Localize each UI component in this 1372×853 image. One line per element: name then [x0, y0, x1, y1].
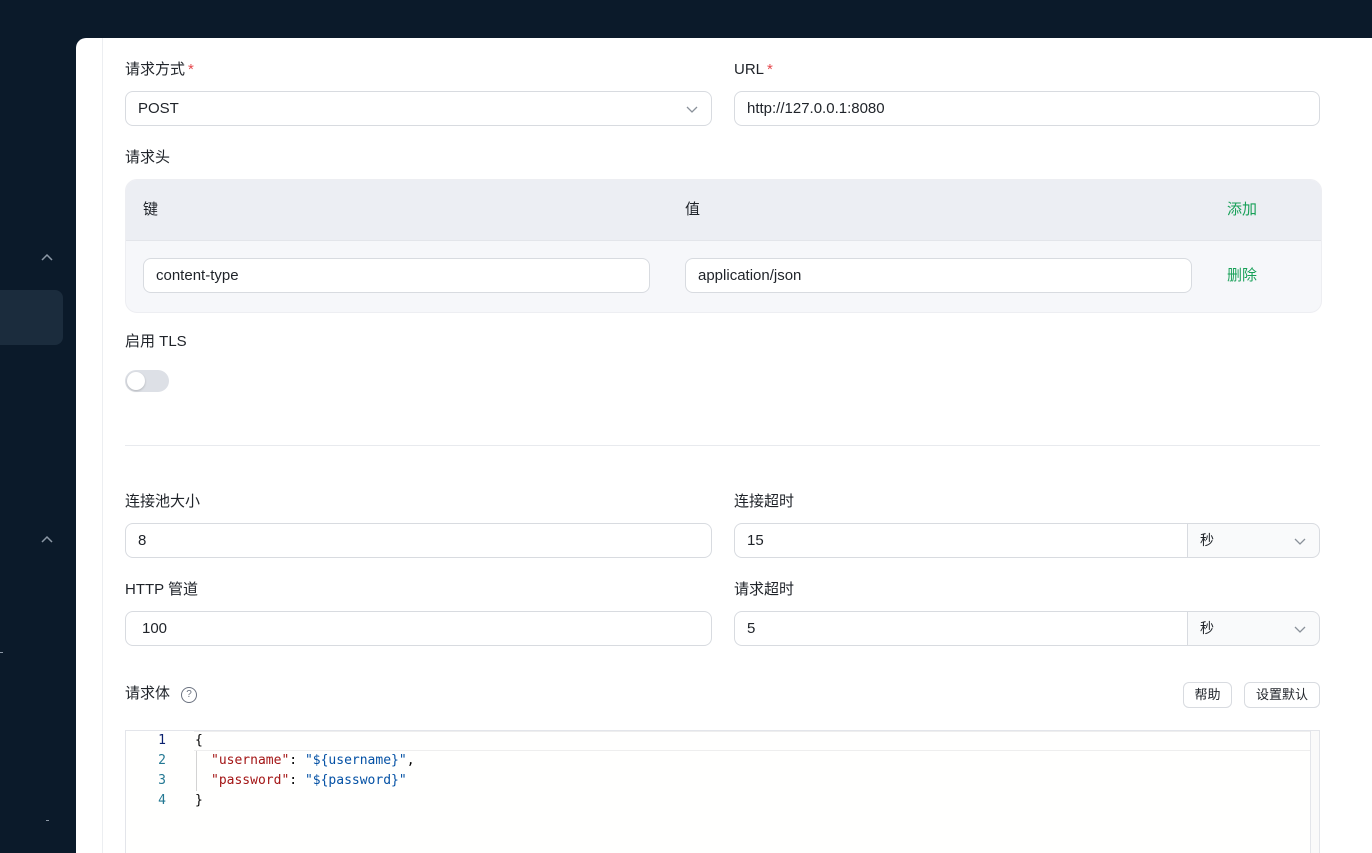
add-header-button[interactable]: 添加 [1227, 200, 1257, 220]
header-value-input[interactable]: application/json [685, 258, 1192, 293]
sidebar-fragment [0, 652, 3, 653]
chevron-down-icon [1294, 626, 1306, 633]
tls-label: 启用 TLS [125, 333, 187, 350]
connect-timeout-input[interactable]: 15 [734, 523, 1187, 558]
header-value-value: application/json [698, 267, 802, 284]
tls-toggle[interactable] [125, 370, 169, 392]
help-button[interactable]: 帮助 [1183, 682, 1232, 708]
code-line: { [195, 733, 203, 748]
indent-guide [196, 751, 197, 791]
http-pipeline-value: 100 [142, 620, 168, 637]
sidebar-fragment [46, 820, 49, 821]
method-select-value: POST [138, 100, 179, 117]
connect-timeout-unit: 秒 [1200, 532, 1214, 548]
json-value: "${password}" [304, 773, 407, 788]
pool-size-label: 连接池大小 [125, 493, 201, 510]
chevron-down-icon [686, 106, 698, 113]
json-key: "password" [211, 773, 290, 788]
line-number: 2 [158, 753, 166, 768]
body-label: 请求体 [125, 685, 171, 702]
url-input[interactable]: http://127.0.0.1:8080 [734, 91, 1320, 126]
http-pipeline-input[interactable]: 100 [125, 611, 712, 646]
code-line: } [195, 793, 203, 808]
connect-timeout-label: 连接超时 [734, 493, 795, 510]
chevron-up-icon[interactable] [38, 531, 56, 549]
delete-header-button[interactable]: 删除 [1227, 266, 1257, 286]
request-timeout-value: 5 [747, 620, 756, 637]
column-key-header: 键 [143, 201, 159, 218]
config-panel: 请求方式 * POST URL * http://127.0.0.1:8080 请求… [76, 38, 1372, 853]
json-value: "${username}" [304, 753, 407, 768]
question-circle-icon[interactable]: ? [181, 687, 197, 703]
toggle-knob [127, 372, 145, 390]
header-key-value: content-type [156, 267, 239, 284]
request-timeout-label: 请求超时 [734, 581, 795, 598]
url-input-value: http://127.0.0.1:8080 [747, 100, 885, 117]
section-divider [125, 445, 1320, 446]
headers-table: 键 值 添加 content-type application/json 删除 [125, 179, 1322, 313]
line-number: 4 [158, 793, 166, 808]
method-label: 请求方式 * [125, 61, 194, 78]
line-number: 3 [158, 773, 166, 788]
headers-label: 请求头 [125, 149, 171, 166]
sidebar [0, 0, 76, 853]
connect-timeout-unit-select[interactable]: 秒 [1187, 523, 1320, 558]
required-mark: * [188, 61, 194, 78]
chevron-up-icon[interactable] [38, 249, 56, 267]
json-key: "username" [211, 753, 290, 768]
http-pipeline-label: HTTP 管道 [125, 581, 199, 598]
request-timeout-unit: 秒 [1200, 620, 1214, 636]
request-timeout-unit-select[interactable]: 秒 [1187, 611, 1320, 646]
required-mark: * [767, 61, 773, 78]
code-editor[interactable]: 1 2 3 4 { "username": "${username}", "pa… [125, 730, 1320, 853]
pool-size-value: 8 [138, 532, 147, 549]
connect-timeout-value: 15 [747, 532, 764, 549]
code-line: "username": "${username}", [211, 753, 415, 768]
sidebar-active-item[interactable] [0, 290, 63, 345]
chevron-down-icon [1294, 538, 1306, 545]
column-value-header: 值 [685, 201, 701, 218]
url-label: URL * [734, 61, 773, 78]
set-default-button[interactable]: 设置默认 [1244, 682, 1320, 708]
pool-size-input[interactable]: 8 [125, 523, 712, 558]
line-number: 1 [158, 733, 166, 748]
request-timeout-input[interactable]: 5 [734, 611, 1187, 646]
editor-current-line [194, 731, 1312, 751]
editor-scrollbar[interactable] [1310, 731, 1319, 853]
code-line: "password": "${password}" [211, 773, 407, 788]
header-key-input[interactable]: content-type [143, 258, 650, 293]
headers-table-header: 键 值 添加 [126, 180, 1321, 241]
method-select[interactable]: POST [125, 91, 712, 126]
panel-divider [102, 38, 103, 853]
